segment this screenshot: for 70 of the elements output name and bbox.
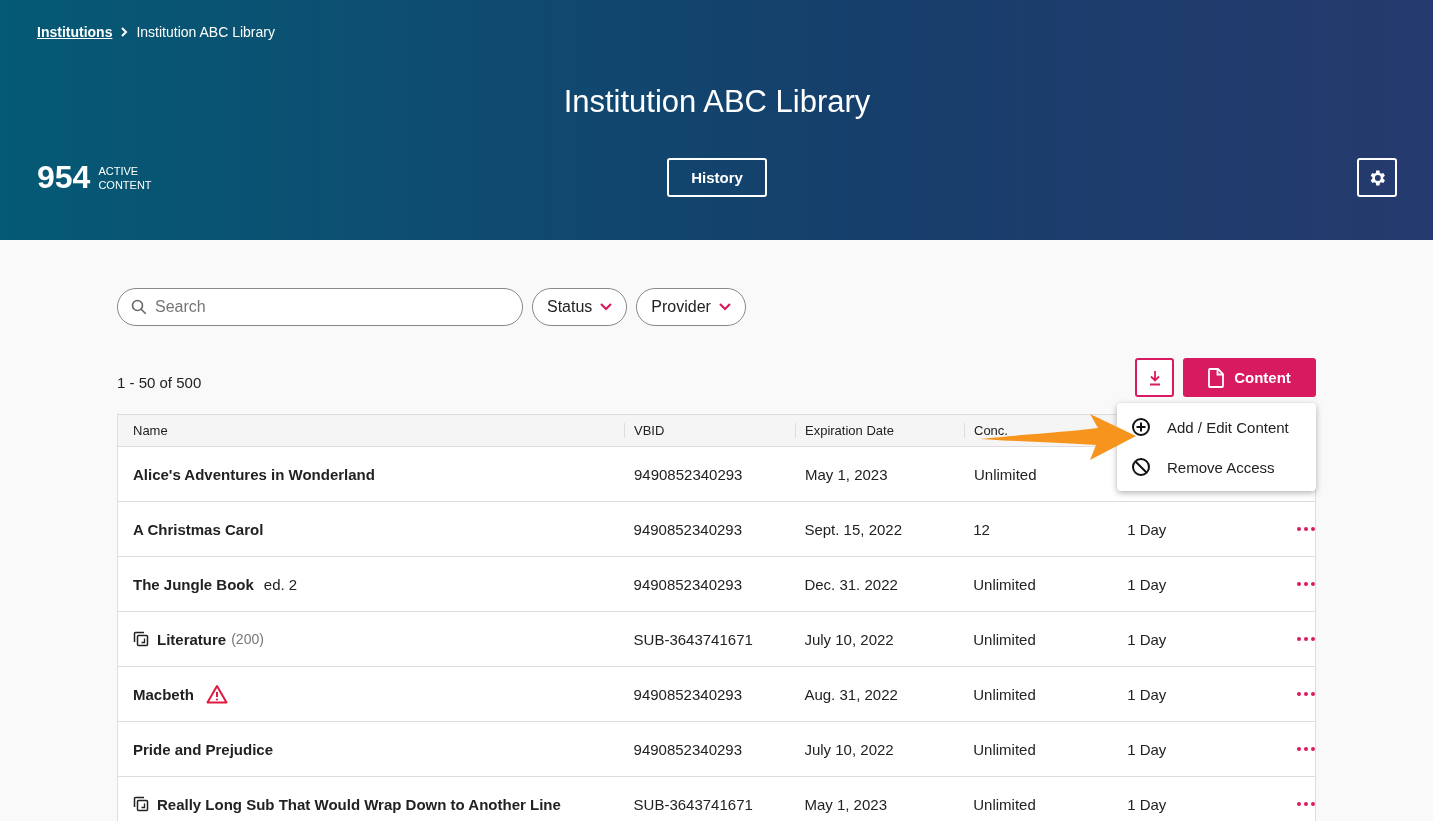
chevron-down-icon — [600, 303, 613, 311]
edition-note: ed. 2 — [263, 575, 298, 593]
search-field[interactable]: Search — [117, 288, 523, 326]
document-icon — [1208, 367, 1225, 388]
user-limit-cell-text: Unlimited — [972, 630, 1037, 648]
expiration-cell-text: July 10, 2022 — [803, 740, 895, 758]
more-icon[interactable] — [1297, 527, 1315, 531]
expiration-cell-text: May 1, 2023 — [804, 465, 889, 483]
download-icon — [1147, 369, 1162, 386]
expiration-cell-text: Sept. 15, 2022 — [803, 520, 903, 538]
breadcrumb-current: Institution ABC Library — [136, 24, 275, 40]
duration-cell-text: 1 Day — [1126, 740, 1168, 758]
download-button[interactable] — [1135, 358, 1174, 397]
column-header: Name — [133, 423, 169, 438]
item-title: A Christmas Carol — [133, 520, 264, 538]
item-title: The Jungle Book — [133, 575, 254, 593]
vbid-cell-text: 9490852340293 — [632, 740, 743, 758]
warning-icon — [205, 684, 228, 704]
item-title: Really Long Sub That Would Wrap Down to Another Line — [157, 795, 561, 813]
chevron-right-icon — [120, 27, 129, 37]
user-limit-cell-text: Unlimited — [972, 795, 1037, 813]
collection-icon — [133, 631, 149, 647]
item-title: Macbeth — [133, 685, 194, 703]
active-count: 954 — [37, 159, 91, 196]
more-icon[interactable] — [1297, 692, 1315, 696]
user-limit-cell-text: Unlimited — [972, 685, 1037, 703]
item-title: Alice's Adventures in Wonderland — [133, 465, 375, 483]
filter-dropdown[interactable]: Status — [532, 288, 628, 326]
chevron-down-icon — [718, 303, 731, 311]
user-limit-cell-text: 12 — [972, 520, 991, 538]
expiration-cell-text: July 10, 2022 — [803, 630, 895, 648]
vbid-cell-text: 9490852340293 — [632, 575, 743, 593]
duration-cell-text: 1 Day — [1126, 575, 1168, 593]
settings-button[interactable] — [1357, 158, 1397, 197]
expiration-cell-text: Dec. 31. 2022 — [803, 575, 899, 593]
duration-cell-text: 1 Day — [1126, 795, 1168, 813]
filter-dropdown[interactable]: Provider — [636, 288, 746, 326]
block-icon — [1131, 457, 1151, 477]
item-title: Pride and Prejudice — [133, 740, 274, 758]
duration-cell-text: 1 Day — [1126, 685, 1168, 703]
expiration-cell-text: Aug. 31, 2022 — [803, 685, 899, 703]
duration-cell-text: 1 Day — [1126, 630, 1168, 648]
vbid-cell-text: 9490852340293 — [632, 685, 743, 703]
history-button[interactable]: History — [667, 158, 767, 197]
vbid-cell-text: 9490852340293 — [632, 520, 743, 538]
menu-item[interactable]: Remove Access — [1167, 458, 1275, 476]
content-button[interactable]: Content — [1183, 358, 1316, 397]
user-limit-cell-text: Unlimited — [973, 465, 1038, 483]
column-header: VBID — [624, 423, 795, 438]
more-icon[interactable] — [1297, 582, 1315, 586]
item-count: (200) — [231, 631, 264, 647]
active-content-label: ACTIVE CONTENT — [98, 163, 152, 192]
column-header: Expiration Date — [795, 423, 964, 438]
expiration-cell-text: May 1, 2023 — [803, 795, 888, 813]
vbid-cell-text: SUB-3643741671 — [632, 795, 754, 813]
vbid-cell-text: 9490852340293 — [633, 465, 744, 483]
page-title: Institution ABC Library — [562, 84, 872, 120]
item-title: Literature — [157, 630, 227, 648]
breadcrumb-link[interactable]: Institutions — [37, 24, 113, 40]
menu-item[interactable]: Add / Edit Content — [1167, 418, 1289, 436]
add-icon — [1131, 417, 1151, 437]
more-icon[interactable] — [1297, 637, 1315, 641]
collection-icon — [133, 796, 149, 812]
vbid-cell-text: SUB-3643741671 — [632, 630, 754, 648]
result-range: 1 - 50 of 500 — [117, 374, 202, 391]
more-icon[interactable] — [1297, 747, 1315, 751]
duration-cell-text: 1 Day — [1126, 520, 1168, 538]
more-icon[interactable] — [1297, 802, 1315, 806]
user-limit-cell-text: Unlimited — [972, 740, 1037, 758]
user-limit-cell-text: Unlimited — [972, 575, 1037, 593]
